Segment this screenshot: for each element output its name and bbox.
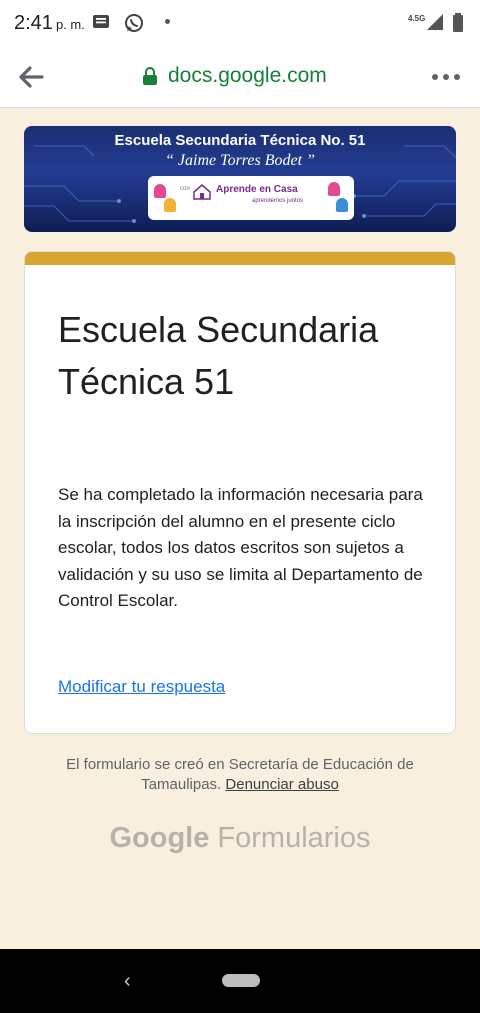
signal-icon [427,14,443,30]
message-icon [93,15,109,28]
whatsapp-icon [125,14,143,32]
badge-con-text: con [180,186,190,192]
badge-tagline: aprendemos juntos [252,198,304,204]
form-title: Escuela Secundaria Técnica 51 [58,309,379,402]
banner-title: Escuela Secundaria Técnica No. 51 [114,132,366,149]
house-logo-icon [193,184,211,200]
badge-title: Aprende en Casa [216,184,298,195]
student-illustration-icon [328,182,340,196]
notification-dot-icon [165,19,170,24]
edit-response-link[interactable]: Modificar tu respuesta [58,677,225,697]
back-arrow-icon[interactable] [16,63,46,91]
footer-note: El formulario se creó en Secretaría de E… [30,755,450,795]
status-time: 2:41 p. m. [14,12,85,35]
status-time-value: 2:41 [14,12,53,34]
system-nav-bar: ‹ [0,949,480,1013]
confirmation-card: Escuela Secundaria Técnica 51 Se ha comp… [24,251,456,734]
url-text[interactable]: docs.google.com [168,64,327,88]
browser-toolbar: docs.google.com [0,46,480,108]
battery-icon [453,13,463,32]
confirmation-message: Se ha completado la información necesari… [58,485,423,610]
student-illustration-icon [164,198,176,212]
report-abuse-link[interactable]: Denunciar abuso [225,776,338,793]
status-bar: 2:41 p. m. 4.5G [0,0,480,46]
student-illustration-icon [154,184,166,198]
brand-product: Formularios [217,822,371,854]
menu-dot [443,74,449,80]
card-accent-bar [25,252,455,265]
google-forms-logo: Google Formularios [0,822,480,855]
status-time-ampm: p. m. [55,17,85,32]
network-type-label: 4.5G [408,14,426,23]
more-options-icon[interactable] [426,67,466,87]
student-illustration-icon [336,198,348,212]
menu-dot [454,74,460,80]
aprende-en-casa-badge: con Aprende en Casa aprendemos juntos [148,176,354,220]
nav-back-icon[interactable]: ‹ [124,970,131,993]
lock-icon [143,67,157,85]
header-banner: Escuela Secundaria Técnica No. 51 “ Jaim… [24,126,456,232]
menu-dot [432,74,438,80]
brand-google: Google [109,822,210,854]
nav-home-icon[interactable] [222,974,260,987]
banner-subtitle: “ Jaime Torres Bodet ” [165,152,315,169]
